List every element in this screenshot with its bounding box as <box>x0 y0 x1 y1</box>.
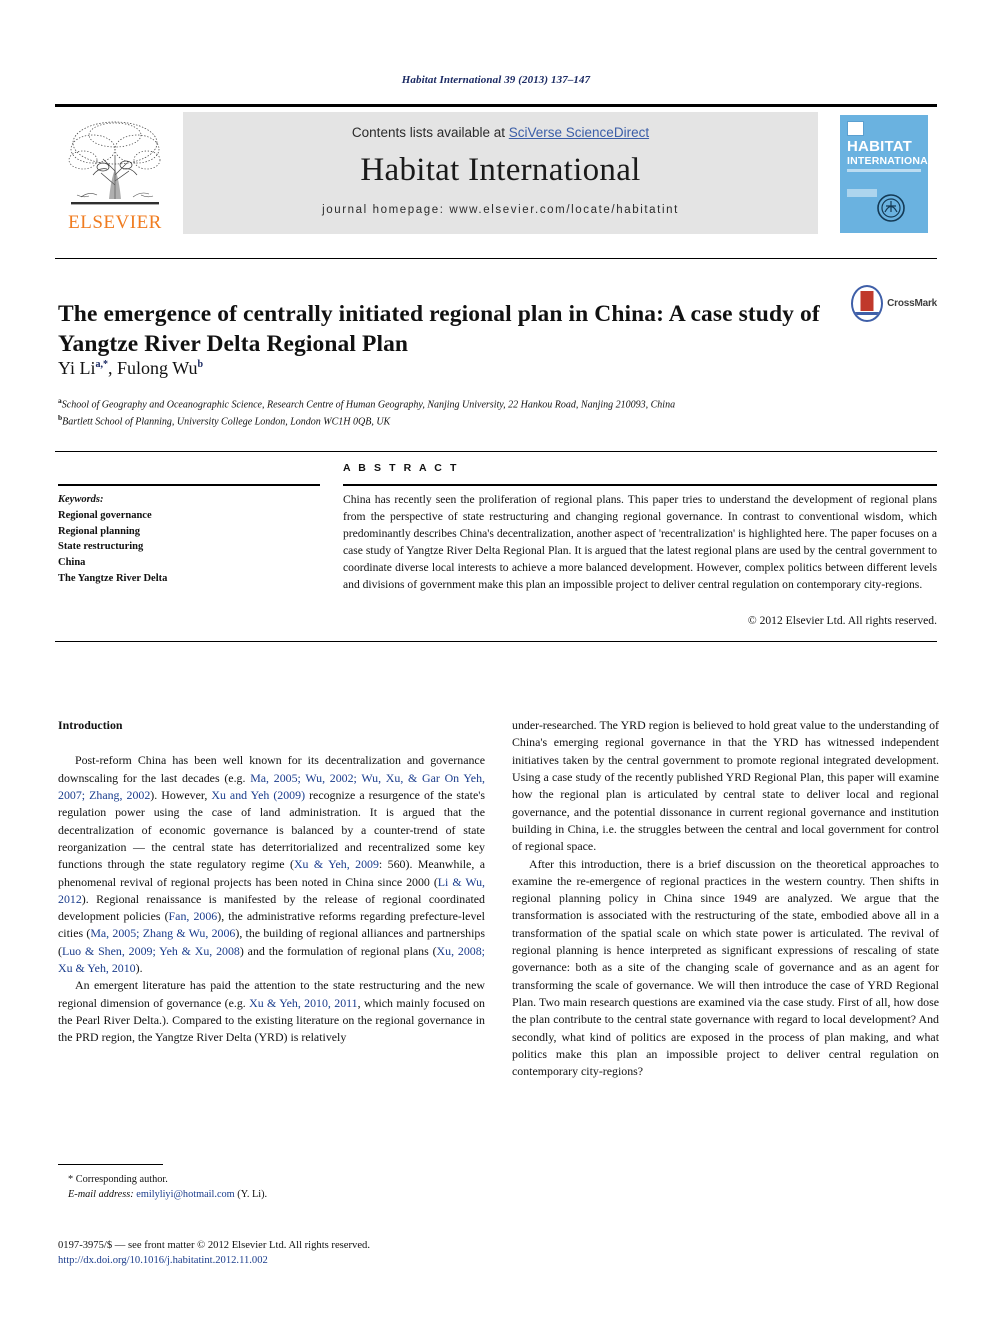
citation-link[interactable]: Xu & Yeh, 2009 <box>294 857 379 871</box>
cover-artwork: HABITAT INTERNATIONAL <box>840 115 935 233</box>
keywords-block: Keywords: Regional governance Regional p… <box>58 492 323 587</box>
crossmark-label: CrossMark <box>887 297 937 309</box>
sciencedirect-link[interactable]: SciVerse ScienceDirect <box>509 125 649 140</box>
footer-block: 0197-3975/$ — see front matter © 2012 El… <box>58 1238 528 1269</box>
text-run: ) and the formulation of regional plans … <box>239 943 437 958</box>
crossmark-badge[interactable]: CrossMark <box>851 281 937 325</box>
page-title: The emergence of centrally initiated reg… <box>58 300 820 358</box>
cover-caption-bar <box>847 189 877 197</box>
author-1: Yi Li <box>58 358 96 378</box>
affiliation-a-text: School of Geography and Oceanographic Sc… <box>61 399 676 411</box>
journal-homepage-line[interactable]: journal homepage: www.elsevier.com/locat… <box>183 204 818 216</box>
journal-banner: ELSEVIER Contents lists available at Sci… <box>55 110 937 238</box>
author-separator: , Fulong Wu <box>108 358 198 378</box>
footnote-divider <box>58 1164 163 1165</box>
section-heading-introduction: Introduction <box>58 718 123 732</box>
keyword-item: China <box>58 557 86 568</box>
paragraph: After this introduction, there is a brie… <box>512 856 939 1079</box>
issn-copyright-line: 0197-3975/$ — see front matter © 2012 El… <box>58 1240 370 1251</box>
cover-elsevier-mark-icon <box>847 121 864 136</box>
email-label: E-mail address: <box>68 1189 134 1201</box>
affiliation-list: aSchool of Geography and Oceanographic S… <box>58 396 938 430</box>
keyword-item: Regional governance <box>58 509 152 521</box>
affiliation-b: bBartlett School of Planning, University… <box>58 413 938 430</box>
paper-page: Habitat International 39 (2013) 137–147 <box>0 0 992 1323</box>
citation-link[interactable]: Xu and Yeh (2009) <box>211 788 305 802</box>
paragraph: Post-reform China has been well known fo… <box>58 752 485 977</box>
paragraph: under-researched. The YRD region is beli… <box>512 718 939 854</box>
keywords-divider <box>58 484 320 486</box>
abstract-text: China has recently seen the proliferatio… <box>343 493 937 591</box>
elsevier-tree-icon <box>68 121 161 205</box>
cover-subtitle-bar <box>847 169 921 172</box>
citation-link[interactable]: Xu & Yeh, 2010, 2011 <box>249 996 357 1010</box>
citation-link[interactable]: Luo & Shen, 2009; Yeh & Xu, 2008 <box>62 944 240 958</box>
banner-center-panel: Contents lists available at SciVerse Sci… <box>183 112 818 234</box>
paragraph: An emergent literature has paid the atte… <box>58 977 485 1046</box>
keyword-item: The Yangtze River Delta <box>58 572 168 584</box>
journal-cover-thumbnail[interactable]: HABITAT INTERNATIONAL <box>831 110 937 238</box>
cover-emblem-icon <box>877 194 905 222</box>
citation-link[interactable]: Fan, 2006 <box>169 909 218 923</box>
text-run: ). However, <box>150 787 212 802</box>
crossmark-icon <box>851 284 884 322</box>
abstract-heading: A B S T R A C T <box>343 462 459 474</box>
contents-available-line: Contents lists available at SciVerse Sci… <box>183 125 818 140</box>
body-column-left: Introduction Post-reform China has been … <box>58 717 485 1047</box>
citation-link[interactable]: Ma, 2005; Zhang & Wu, 2006 <box>90 926 235 940</box>
abstract-divider <box>343 484 937 486</box>
abstract-block-bottom-divider <box>55 641 937 642</box>
affiliation-a: aSchool of Geography and Oceanographic S… <box>58 396 938 413</box>
author-1-marker[interactable]: a,* <box>96 359 109 370</box>
doi-link[interactable]: http://dx.doi.org/10.1016/j.habitatint.2… <box>58 1255 268 1266</box>
header-divider <box>55 104 937 107</box>
corresponding-author-note: * Corresponding author. <box>68 1174 168 1185</box>
author-2-marker[interactable]: b <box>197 359 203 370</box>
contents-prefix: Contents lists available at <box>351 125 509 140</box>
email-owner: (Y. Li). <box>237 1189 268 1201</box>
email-note: E-mail address: emilyliyi@hotmail.com (Y… <box>58 1187 485 1202</box>
author-list: Yi Lia,*, Fulong Wub <box>58 358 203 379</box>
journal-title: Habitat International <box>360 152 641 188</box>
elsevier-wordmark: ELSEVIER <box>68 212 162 233</box>
copyright-line: © 2012 Elsevier Ltd. All rights reserved… <box>747 614 937 627</box>
title-divider <box>55 258 937 259</box>
keywords-label: Keywords: <box>58 494 104 505</box>
abstract-block-top-divider <box>55 451 937 452</box>
body-column-right: under-researched. The YRD region is beli… <box>512 717 939 1081</box>
elsevier-logo: ELSEVIER <box>55 112 175 234</box>
footnote-block: * Corresponding author. E-mail address: … <box>58 1172 485 1203</box>
cover-title-line1: HABITAT <box>847 138 912 155</box>
email-link[interactable]: emilyliyi@hotmail.com <box>136 1189 234 1200</box>
keyword-item: State restructuring <box>58 541 144 553</box>
running-head: Habitat International 39 (2013) 137–147 <box>401 74 591 86</box>
affiliation-b-text: Bartlett School of Planning, University … <box>62 416 391 428</box>
text-run: ). <box>135 961 143 976</box>
keyword-item: Regional planning <box>58 525 140 537</box>
cover-title-line2: INTERNATIONAL <box>847 155 935 167</box>
